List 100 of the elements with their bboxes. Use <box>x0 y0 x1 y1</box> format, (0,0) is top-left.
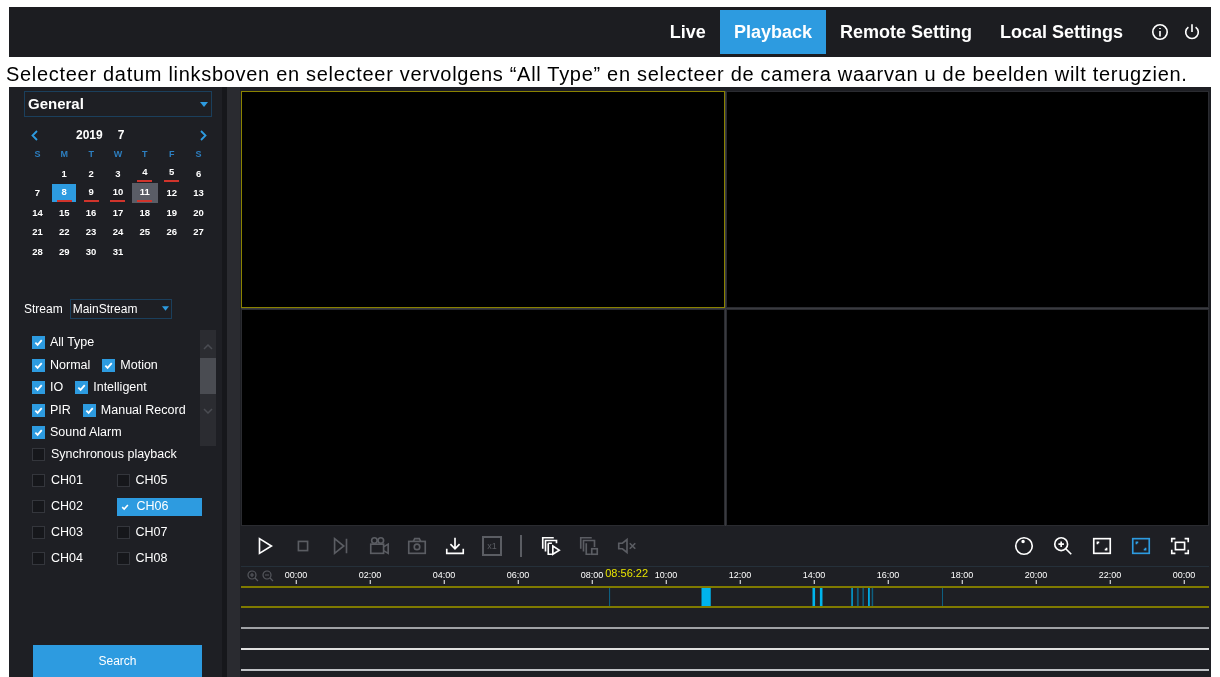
calendar-day[interactable]: 20 <box>186 203 211 222</box>
calendar-day[interactable]: 9 <box>79 184 104 203</box>
calendar-day[interactable]: 6 <box>186 164 211 183</box>
calendar-day[interactable]: 7 <box>25 184 50 203</box>
info-icon[interactable] <box>1151 23 1169 41</box>
calendar-day[interactable]: 29 <box>52 242 77 261</box>
calendar-day[interactable]: 21 <box>25 223 50 242</box>
weekday-label: F <box>167 148 176 161</box>
calendar-day[interactable]: 10 <box>106 184 130 203</box>
calendar-day[interactable]: 2 <box>79 164 104 183</box>
fullscreen-icon <box>1169 535 1191 557</box>
calendar-year: 2019 <box>76 127 103 144</box>
weekday-label: T <box>87 148 95 161</box>
checkbox[interactable] <box>32 426 45 440</box>
power-icon[interactable] <box>1183 23 1201 41</box>
checkbox[interactable] <box>75 381 89 395</box>
channel-item[interactable]: CH07 <box>116 523 202 542</box>
record-type-label: Manual Record <box>100 401 186 419</box>
check-icon <box>120 502 129 511</box>
record-type-label: All Type <box>50 334 95 352</box>
record-type-label: IO <box>50 379 64 397</box>
calendar-day[interactable]: 5 <box>159 164 184 183</box>
download-icon <box>444 535 466 557</box>
calendar-day[interactable]: 27 <box>186 223 211 242</box>
calendar-day[interactable]: 17 <box>106 203 130 222</box>
checkbox[interactable] <box>32 336 45 350</box>
previous-month-icon[interactable] <box>31 129 38 141</box>
calendar-day[interactable]: 1 <box>52 164 77 183</box>
channel-item[interactable]: CH01 <box>32 471 117 490</box>
checkbox[interactable] <box>82 403 96 417</box>
channel-item[interactable]: CH08 <box>116 549 202 568</box>
time-tick-label: 14:00 <box>802 570 826 580</box>
checkbox[interactable] <box>32 403 45 417</box>
instruction-text: Selecteer datum linksboven en selecteer vervolgens “All Type” en selecteer de camera waarvan u de beelden wilt terugzien. <box>6 62 1188 87</box>
cursor-time: 08:56:22 <box>605 567 649 579</box>
time-tick-label: 00:00 <box>284 570 308 580</box>
time-tick-label: 00:00 <box>1172 570 1196 580</box>
mode-select[interactable]: General <box>24 91 212 117</box>
calendar-day[interactable]: 30 <box>79 242 104 261</box>
calendar-day[interactable]: 16 <box>79 203 104 222</box>
calendar-day[interactable]: 13 <box>186 184 211 203</box>
channel-item[interactable]: CH04 <box>32 549 117 568</box>
menu-tab[interactable]: Live <box>655 10 720 54</box>
calendar-day[interactable]: 26 <box>159 223 184 242</box>
next-month-icon[interactable] <box>200 129 207 141</box>
calendar-day[interactable]: 12 <box>159 184 184 203</box>
stream-label: Stream <box>24 300 63 318</box>
record-type-label: PIR <box>50 401 71 419</box>
frame-icon <box>1130 535 1152 557</box>
checkbox[interactable] <box>32 358 45 372</box>
camera-icon <box>406 535 428 557</box>
checkbox[interactable] <box>32 381 45 395</box>
video-cell[interactable] <box>241 91 725 308</box>
menu-tab[interactable]: Remote Setting <box>825 10 986 54</box>
calendar-day[interactable]: 28 <box>25 242 50 261</box>
time-tick-label: 02:00 <box>358 570 382 580</box>
checkbox[interactable] <box>32 448 45 461</box>
calendar-month: 7 <box>117 127 125 144</box>
weekday-label: T <box>141 148 149 161</box>
sync-playback-label: Synchronous playback <box>51 446 177 464</box>
calendar-day[interactable]: 14 <box>25 203 50 222</box>
weekday-label: W <box>112 148 124 161</box>
frame-icon <box>1091 535 1113 557</box>
time-tick-label: 04:00 <box>432 570 456 580</box>
record-type-label: Sound Alarm <box>50 424 122 442</box>
time-tick-label: 10:00 <box>654 570 678 580</box>
calendar-day[interactable]: 31 <box>106 242 130 261</box>
time-tick-label: 22:00 <box>1098 570 1122 580</box>
calendar-day[interactable]: 25 <box>132 223 157 242</box>
calendar-day[interactable]: 23 <box>79 223 104 242</box>
video-cell[interactable] <box>725 91 1209 308</box>
zoom-in-icon <box>1052 535 1074 557</box>
channel-item[interactable]: CH02 <box>32 497 117 516</box>
video-cell[interactable] <box>241 309 725 526</box>
video-cell[interactable] <box>725 309 1209 526</box>
weekday-label: S <box>33 148 42 161</box>
weekday-label: S <box>194 148 203 161</box>
calendar-day[interactable]: 24 <box>106 223 130 242</box>
channel-item[interactable]: CH03 <box>32 523 117 542</box>
calendar-day[interactable]: 4 <box>132 164 157 183</box>
time-tick-label: 08:00 <box>580 570 604 580</box>
calendar-day[interactable]: 15 <box>52 203 77 222</box>
record-type-label: Motion <box>120 356 158 374</box>
calendar-day[interactable]: 18 <box>132 203 157 222</box>
calendar-day[interactable]: 22 <box>52 223 77 242</box>
checkbox[interactable] <box>102 358 116 372</box>
record-type-label: Intelligent <box>93 379 147 397</box>
calendar-day[interactable]: 11 <box>132 184 157 203</box>
sync-play-icon <box>540 535 562 557</box>
circle-icon <box>1013 535 1035 557</box>
channel-item[interactable]: CH05 <box>116 471 202 490</box>
sync-stop-icon <box>578 535 600 557</box>
stream-select[interactable]: MainStream <box>69 298 172 319</box>
menu-tab[interactable]: Local Settings <box>985 10 1137 54</box>
calendar-day[interactable]: 3 <box>106 164 130 183</box>
calendar-day[interactable]: 19 <box>159 203 184 222</box>
record-type-label: Normal <box>50 356 91 374</box>
mute-icon <box>616 535 638 557</box>
dropdown-caret-icon <box>200 101 208 107</box>
time-tick-label: 20:00 <box>1024 570 1048 580</box>
